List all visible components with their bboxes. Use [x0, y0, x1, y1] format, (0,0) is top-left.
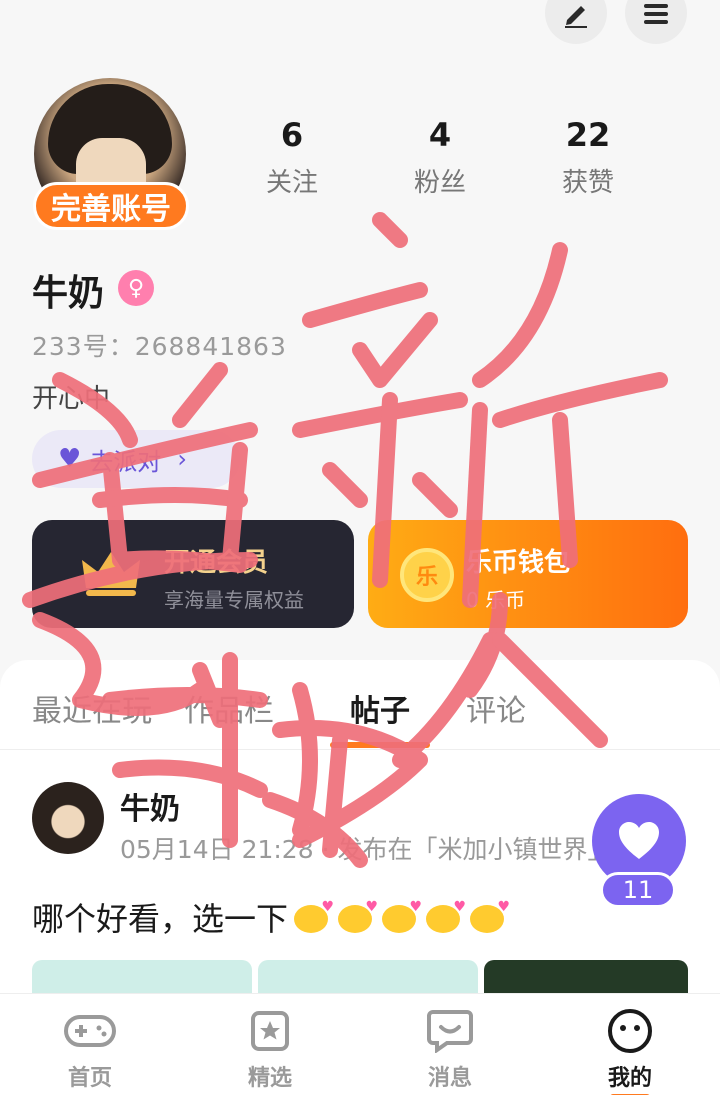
star-icon: [251, 1011, 289, 1051]
nav-label: 精选: [247, 1066, 292, 1091]
nav-label: 我的: [607, 1066, 652, 1091]
chevron-right-icon: ›: [177, 445, 187, 473]
pencil-icon: [565, 6, 587, 28]
menu-button[interactable]: [625, 0, 687, 44]
stat-number: 22: [565, 116, 611, 154]
nav-label: 消息: [427, 1066, 472, 1091]
kiss-emoji-icon: ♥: [380, 899, 422, 935]
heart-icon: ♥: [58, 444, 82, 474]
stat-number: 6: [280, 116, 304, 154]
stat-label: 关注: [265, 168, 318, 198]
post-author-name[interactable]: 牛奶: [120, 784, 180, 828]
post-author-avatar[interactable]: [32, 782, 104, 854]
vip-subtitle: 享海量专属权益: [164, 588, 304, 612]
post-meta: 05月14日 21:28 · 发布在「米加小镇世界」: [120, 835, 600, 864]
tab-posts[interactable]: 帖子: [350, 686, 410, 730]
female-icon: ♀: [118, 270, 154, 306]
nav-featured[interactable]: 精选: [210, 1008, 330, 1092]
heart-icon: [619, 822, 659, 859]
nav-home[interactable]: 首页: [30, 1008, 150, 1092]
smile-face-icon: [608, 1009, 652, 1053]
bottom-navigation: 首页 精选 消息 我的: [0, 993, 720, 1095]
active-tab-indicator: [330, 742, 430, 748]
complete-account-badge[interactable]: 完善账号: [33, 182, 189, 230]
coin-icon: 乐: [400, 548, 454, 602]
nav-label: 首页: [67, 1066, 112, 1091]
stat-following[interactable]: 6 关注: [232, 116, 352, 199]
kiss-emoji-icon: ♥: [468, 899, 510, 935]
kiss-emoji-icon: ♥: [424, 899, 466, 935]
nav-messages[interactable]: 消息: [390, 1008, 510, 1092]
stat-label: 粉丝: [413, 168, 466, 198]
wallet-title: 乐币钱包: [466, 548, 571, 578]
user-id[interactable]: 233号：268841863: [32, 327, 287, 363]
chat-icon: [427, 1010, 473, 1053]
post-text-content: 哪个好看，选一下: [32, 900, 289, 938]
vip-title: 开通会员: [164, 548, 269, 578]
stat-followers[interactable]: 4 粉丝: [380, 116, 500, 199]
party-label: 去派对: [89, 447, 162, 476]
wallet-card[interactable]: 乐 乐币钱包 0 乐币: [368, 520, 688, 628]
vip-card[interactable]: 开通会员 享海量专属权益: [32, 520, 354, 628]
nav-me[interactable]: 我的: [570, 1008, 690, 1095]
stat-label: 获赞: [561, 168, 614, 198]
wallet-balance: 0 乐币: [466, 588, 526, 612]
tab-works[interactable]: 作品栏: [184, 686, 274, 730]
stat-likes[interactable]: 22 获赞: [528, 116, 648, 199]
kiss-emoji-icon: ♥: [336, 899, 378, 935]
tab-comments[interactable]: 评论: [466, 686, 526, 730]
like-count: 11: [600, 872, 676, 908]
tab-bar: 最近在玩 作品栏 帖子 评论: [0, 660, 720, 750]
stat-number: 4: [428, 116, 452, 154]
hamburger-icon: [644, 4, 668, 24]
crown-icon: [82, 552, 140, 596]
tab-recently-played[interactable]: 最近在玩: [32, 686, 152, 730]
edit-profile-button[interactable]: [545, 0, 607, 44]
party-button[interactable]: ♥ 去派对 ›: [32, 430, 240, 488]
kiss-emoji-icon: ♥: [292, 899, 334, 935]
profile-name: 牛奶: [32, 273, 105, 314]
profile-bio[interactable]: 开心中: [32, 378, 110, 415]
gamepad-icon: [64, 1015, 116, 1047]
post-text[interactable]: 哪个好看，选一下 ♥ ♥ ♥ ♥ ♥: [32, 894, 510, 940]
